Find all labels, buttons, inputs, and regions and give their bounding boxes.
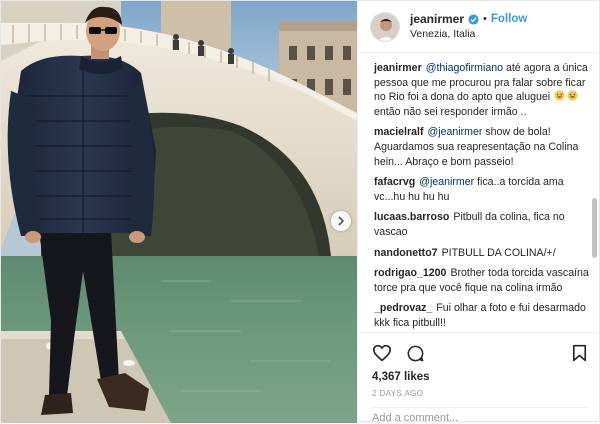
chevron-right-icon <box>338 216 345 226</box>
header-separator: • <box>483 12 487 25</box>
comment-username[interactable]: lucaas.barroso <box>374 211 449 223</box>
header-text: jeanirmer • Follow Venezia, Italia <box>410 12 527 42</box>
comment-username[interactable]: nandonetto7 <box>374 247 438 259</box>
verified-badge-icon <box>468 13 479 25</box>
location-link[interactable]: Venezia, Italia <box>410 27 527 42</box>
comment-item: rodrigao_1200 Brother toda torcida vascaí… <box>374 266 589 295</box>
instagram-post: jeanirmer • Follow Venezia, Italia jeani… <box>0 0 600 424</box>
header-line: jeanirmer • Follow <box>410 12 527 27</box>
bookmark-icon[interactable] <box>572 344 587 362</box>
post-header: jeanirmer • Follow Venezia, Italia <box>358 1 599 53</box>
comment-username[interactable]: macielralf <box>374 126 423 138</box>
follow-button[interactable]: Follow <box>491 12 527 27</box>
comment-item: macielralf @jeanirmer show de bola! Aguar… <box>374 125 589 169</box>
avatar[interactable] <box>370 11 400 42</box>
caption-mention[interactable]: @thiagofirmiano <box>426 62 503 74</box>
comments-list[interactable]: jeanirmer @thiagofirmiano até agora a úni… <box>358 53 599 332</box>
rialto-bridge-photo <box>1 1 357 423</box>
comment-item: _pedrovaz_ Fui olhar a foto e fui desarma… <box>374 301 589 330</box>
caption-text-end: então não sei responder irmão .. <box>374 105 527 118</box>
comment-item: fafacrvg @jeanirmer fica..a torcida ama v… <box>374 175 589 204</box>
heart-icon[interactable] <box>372 344 392 362</box>
likes-count[interactable]: 4,367 likes <box>372 371 587 383</box>
comment-mention[interactable]: @jeanirmer <box>419 176 474 188</box>
avatar-image <box>371 12 399 41</box>
grinning-sweat-emoji <box>554 90 565 101</box>
post-actions: 4,367 likes 2 DAYS AGO Add a comment... <box>358 332 599 424</box>
comment-item: nandonetto7 PITBULL DA COLINA/+/ <box>374 246 589 261</box>
post-timestamp: 2 DAYS AGO <box>372 389 424 398</box>
comment-item: lucaas.barroso Pitbull da colina, fica no… <box>374 210 589 239</box>
header-username[interactable]: jeanirmer <box>410 12 464 27</box>
action-icons <box>372 339 587 367</box>
comment-text: PITBULL DA COLINA/+/ <box>441 246 556 259</box>
caption: jeanirmer @thiagofirmiano até agora a úni… <box>374 61 589 119</box>
comment-mention[interactable]: @jeanirmer <box>427 126 482 138</box>
post-side-panel: jeanirmer • Follow Venezia, Italia jeani… <box>357 1 599 424</box>
post-photo[interactable] <box>1 1 357 423</box>
comment-username[interactable]: rodrigao_1200 <box>374 267 446 279</box>
next-photo-button[interactable] <box>331 211 351 231</box>
comment-username[interactable]: _pedrovaz_ <box>374 302 432 314</box>
comment-icon[interactable] <box>406 344 425 363</box>
add-comment-input[interactable]: Add a comment... <box>372 407 587 424</box>
caption-username[interactable]: jeanirmer <box>374 62 422 74</box>
comments-scrollbar[interactable] <box>592 198 597 258</box>
comment-username[interactable]: fafacrvg <box>374 176 415 188</box>
grinning-sweat-emoji <box>567 90 578 101</box>
